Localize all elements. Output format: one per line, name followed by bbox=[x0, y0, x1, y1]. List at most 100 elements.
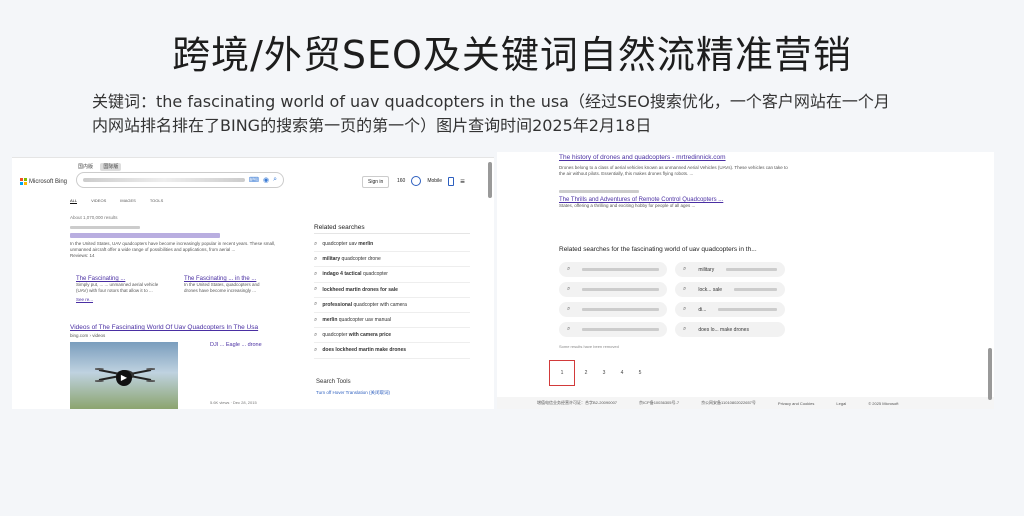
search-icon: ⌕ bbox=[314, 240, 318, 247]
result-reviews: Reviews: 14 bbox=[70, 253, 95, 258]
sitelink-snippet: In the United States, quadcopters and dr… bbox=[184, 282, 260, 293]
videos-source: bing.com › videos bbox=[70, 333, 106, 338]
related-pill[interactable]: ⌕ bbox=[559, 322, 667, 337]
keyboard-icon[interactable]: ⌨ bbox=[249, 176, 259, 184]
slide-title: 跨境/外贸SEO及关键词自然流精准营销 bbox=[172, 33, 852, 77]
search-icon: ⌕ bbox=[314, 270, 318, 277]
footer-license[interactable]: 增值电信业务经营许可证：合字B2-20090007 bbox=[537, 400, 617, 406]
search-icon: ⌕ bbox=[314, 286, 318, 293]
related-search-label: lockheed martin drones for sale bbox=[322, 286, 398, 293]
search-icon: ⌕ bbox=[683, 326, 687, 332]
result-snippet: Drones belong to a class of aerial vehic… bbox=[559, 165, 788, 176]
tab-tools[interactable]: TOOLS bbox=[150, 198, 164, 204]
region-tab-cn[interactable]: 国内版 bbox=[78, 164, 93, 170]
related-pill[interactable]: ⌕ bbox=[559, 282, 667, 297]
related-search-item[interactable]: ⌕ indago 4 tactical quadcopter bbox=[314, 267, 470, 283]
bing-logo-text: Microsoft Bing bbox=[29, 178, 68, 185]
page-2[interactable]: 2 bbox=[579, 366, 593, 380]
bing-results-screenshot-right: The history of drones and quadcopters - … bbox=[497, 152, 994, 409]
rewards-points[interactable]: 160 bbox=[397, 178, 405, 184]
search-icon: ⌕ bbox=[683, 306, 687, 312]
play-icon[interactable]: ▶ bbox=[116, 370, 132, 386]
hamburger-menu-icon[interactable]: ≡ bbox=[460, 177, 465, 186]
bing-logo[interactable]: Microsoft Bing bbox=[20, 178, 67, 185]
result-snippet: States, offering a thrilling and excitin… bbox=[559, 203, 696, 208]
related-pill[interactable]: ⌕ military bbox=[675, 262, 785, 277]
sitelink-snippet: Simply put, ... ... unmanned aerial vehi… bbox=[76, 282, 159, 293]
page-1[interactable]: 1 bbox=[549, 360, 575, 386]
related-search-label: professional quadcopter with camera bbox=[322, 301, 407, 308]
related-search-item[interactable]: ⌕ does lockheed martin make drones bbox=[314, 343, 470, 359]
phone-icon[interactable] bbox=[448, 176, 455, 186]
signin-button[interactable]: Sign in bbox=[362, 176, 390, 188]
scrollbar[interactable] bbox=[988, 348, 992, 400]
search-icon: ⌕ bbox=[567, 326, 571, 332]
result-tabs: ALL VIDEOS IMAGES TOOLS bbox=[70, 198, 163, 204]
footer-copyright: © 2025 Microsoft bbox=[868, 400, 899, 406]
search-icon: ⌕ bbox=[567, 286, 571, 292]
blurred-url bbox=[559, 190, 639, 193]
related-pill[interactable]: ⌕ lock... sale bbox=[675, 282, 785, 297]
related-pill[interactable]: ⌕ bbox=[559, 262, 667, 277]
scrollbar[interactable] bbox=[488, 162, 492, 198]
search-icon: ⌕ bbox=[567, 306, 571, 312]
footer-police[interactable]: 京公网安备11010802022657号 bbox=[701, 400, 756, 406]
related-search-item[interactable]: ⌕ quadcopter uav merlin bbox=[314, 237, 470, 253]
search-icon: ⌕ bbox=[314, 346, 318, 353]
bing-results-screenshot-left: 国内版 国际版 Microsoft Bing ⌨ ◉ ⌕ Sign in 160… bbox=[12, 157, 494, 409]
search-result: In the United States, UAV quadcopters ha… bbox=[70, 224, 280, 259]
related-searches-panel: Related searches ⌕ quadcopter uav merlin ⌕… bbox=[314, 224, 470, 359]
related-search-label: quadcopter with camera price bbox=[322, 332, 392, 339]
page-3[interactable]: 3 bbox=[597, 366, 611, 380]
video-thumbnail[interactable]: ▶ bbox=[70, 342, 178, 409]
rewards-icon[interactable] bbox=[411, 176, 422, 186]
tab-images[interactable]: IMAGES bbox=[120, 198, 136, 204]
camera-icon[interactable]: ◉ bbox=[263, 176, 269, 184]
pagination: 1 2 3 4 5 bbox=[549, 360, 647, 386]
related-search-item[interactable]: ⌕ merlin quadcopter uav manual bbox=[314, 313, 470, 329]
tab-all[interactable]: ALL bbox=[70, 198, 78, 204]
related-search-label: indago 4 tactical quadcopter bbox=[322, 271, 388, 278]
mobile-link[interactable]: Mobile bbox=[427, 178, 442, 184]
region-tab-intl[interactable]: 国际版 bbox=[100, 163, 122, 171]
result-title-link[interactable]: The history of drones and quadcopters - … bbox=[559, 154, 726, 161]
search-icon: ⌕ bbox=[567, 266, 571, 272]
sitelink-1: The Fascinating ... Simply put, ... ... … bbox=[76, 276, 166, 302]
related-search-item[interactable]: ⌕ military quadcopter drone bbox=[314, 252, 470, 268]
search-icon: ⌕ bbox=[314, 255, 318, 262]
related-search-item[interactable]: ⌕ lockheed martin drones for sale bbox=[314, 283, 470, 298]
footer-privacy[interactable]: Privacy and Cookies bbox=[778, 401, 814, 406]
blurred-query bbox=[83, 178, 245, 182]
related-pill[interactable]: ⌕ does lo... make drones bbox=[675, 322, 785, 337]
tab-videos[interactable]: VIDEOS bbox=[91, 198, 106, 204]
result-snippet: In the United States, UAV quadcopters ha… bbox=[70, 241, 276, 252]
related-search-item[interactable]: ⌕ quadcopter with camera price bbox=[314, 328, 470, 344]
search-icon: ⌕ bbox=[314, 301, 318, 308]
page-4[interactable]: 4 bbox=[615, 366, 629, 380]
video-title-2[interactable]: DJI ... Eagle ... drone bbox=[210, 342, 290, 349]
search-result: The Thrills and Adventures of Remote Con… bbox=[559, 188, 799, 209]
related-pill[interactable]: ⌕ di... bbox=[675, 302, 785, 317]
footer-icp[interactable]: 京ICP备10036305号-7 bbox=[639, 400, 679, 406]
region-tabs: 国内版 国际版 bbox=[78, 163, 127, 171]
search-icon: ⌕ bbox=[314, 331, 318, 338]
removed-note: Some results have been removed bbox=[559, 344, 619, 349]
search-input[interactable]: ⌨ ◉ ⌕ bbox=[76, 172, 284, 188]
footer-legal[interactable]: Legal bbox=[836, 401, 846, 406]
search-icon[interactable]: ⌕ bbox=[273, 176, 277, 184]
hover-translation-link[interactable]: Turn off Hover Translation (关闭取词) bbox=[316, 390, 390, 396]
results-count: About 1,070,000 results bbox=[70, 215, 118, 220]
see-more-link[interactable]: See re... bbox=[76, 297, 166, 302]
related-pill[interactable]: ⌕ bbox=[559, 302, 667, 317]
pill-label: di... bbox=[698, 306, 707, 313]
page-5[interactable]: 5 bbox=[633, 366, 647, 380]
bing-footer: 增值电信业务经营许可证：合字B2-20090007 京ICP备10036305号… bbox=[497, 397, 994, 409]
pill-label: military bbox=[698, 266, 715, 273]
pill-label: lock... sale bbox=[698, 286, 722, 293]
search-icon: ⌕ bbox=[314, 316, 318, 323]
related-search-label: quadcopter uav merlin bbox=[322, 241, 374, 248]
header-actions: 160 Mobile ≡ bbox=[397, 176, 465, 186]
result-title-link[interactable] bbox=[70, 233, 220, 238]
videos-heading-link[interactable]: Videos of The Fascinating World Of Uav Q… bbox=[70, 324, 258, 331]
related-search-item[interactable]: ⌕ professional quadcopter with camera bbox=[314, 298, 470, 313]
